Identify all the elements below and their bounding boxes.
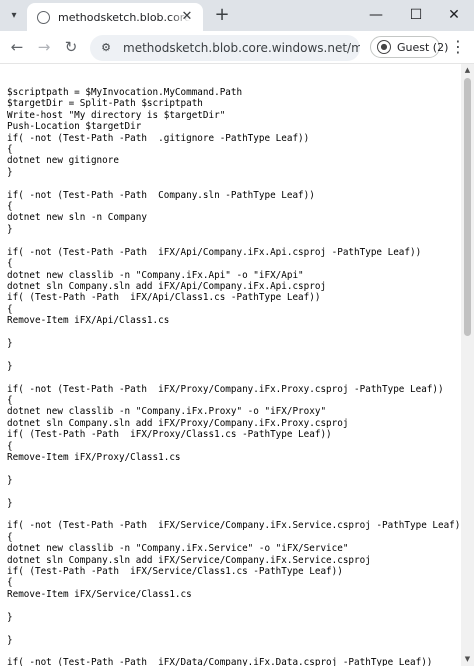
code-line: { bbox=[7, 577, 13, 589]
code-line: } bbox=[7, 223, 13, 235]
address-bar[interactable]: ⚙ methodsketch.blob.core.windows.net/met… bbox=[90, 35, 360, 61]
browser-toolbar: ← → ↻ ⚙ methodsketch.blob.core.windows.n… bbox=[0, 31, 474, 64]
scroll-thumb[interactable] bbox=[464, 78, 471, 336]
minimize-button[interactable]: — bbox=[356, 0, 396, 30]
code-line: if( (Test-Path -Path iFX/Proxy/Class1.cs… bbox=[7, 429, 332, 441]
browser-menu-button[interactable]: ⋮ bbox=[448, 36, 468, 58]
code-line: if( (Test-Path -Path iFX/Api/Class1.cs -… bbox=[7, 292, 321, 304]
code-line: Remove-Item iFX/Proxy/Class1.cs bbox=[7, 452, 181, 463]
code-line: { bbox=[7, 531, 13, 543]
code-line: if( -not (Test-Path -Path iFX/Data/Compa… bbox=[7, 657, 433, 666]
code-line: { bbox=[7, 258, 13, 270]
new-tab-button[interactable]: + bbox=[212, 5, 232, 25]
code-line: } bbox=[7, 474, 13, 486]
code-line: } bbox=[7, 337, 13, 349]
code-line: $targetDir = Split-Path $scriptpath bbox=[7, 98, 203, 110]
code-line: Remove-Item iFX/Api/Class1.cs bbox=[7, 315, 170, 327]
tab-title: methodsketch.blob.core.windows.net/metho… bbox=[58, 10, 190, 24]
code-line: } bbox=[7, 611, 13, 623]
vertical-scrollbar[interactable]: ▲ ▼ bbox=[461, 64, 474, 666]
code-line: dotnet new classlib -n "Company.iFx.Api"… bbox=[7, 269, 304, 281]
code-line: dotnet sln Company.sln add iFX/Service/C… bbox=[7, 554, 371, 566]
code-line: { bbox=[7, 201, 13, 213]
code-line: if( -not (Test-Path -Path .gitignore -Pa… bbox=[7, 132, 310, 144]
url-text[interactable]: methodsketch.blob.core.windows.net/metho… bbox=[123, 41, 360, 55]
code-line: Remove-Item iFX/Service/Class1.cs bbox=[7, 588, 192, 600]
tab-search-icon[interactable]: ▾ bbox=[6, 8, 22, 24]
page-content: $scriptpath = $MyInvocation.MyCommand.Pa… bbox=[0, 64, 460, 666]
code-line: if( -not (Test-Path -Path iFX/Proxy/Comp… bbox=[7, 383, 444, 395]
maximize-button[interactable]: ☐ bbox=[396, 0, 436, 30]
code-line: dotnet sln Company.sln add iFX/Proxy/Com… bbox=[7, 417, 349, 429]
back-button[interactable]: ← bbox=[6, 36, 28, 58]
code-line: { bbox=[7, 303, 13, 315]
profile-label: Guest (2) bbox=[397, 40, 449, 54]
code-line: Push-Location $targetDir bbox=[7, 121, 142, 133]
code-line: if( (Test-Path -Path iFX/Service/Class1.… bbox=[7, 566, 343, 578]
code-line: { bbox=[7, 440, 13, 452]
active-tab[interactable]: methodsketch.blob.core.windows.net/metho… bbox=[27, 3, 203, 31]
code-line: } bbox=[7, 360, 13, 372]
code-line: { bbox=[7, 394, 13, 406]
tab-close-icon[interactable]: ✕ bbox=[179, 9, 195, 25]
code-line: dotnet sln Company.sln add iFX/Api/Compa… bbox=[7, 280, 327, 292]
code-line: if( -not (Test-Path -Path Company.sln -P… bbox=[7, 189, 315, 201]
code-line: if( -not (Test-Path -Path iFX/Service/Co… bbox=[7, 520, 460, 532]
script-text: $scriptpath = $MyInvocation.MyCommand.Pa… bbox=[0, 64, 460, 666]
tune-icon[interactable]: ⚙ bbox=[99, 41, 113, 55]
code-line: { bbox=[7, 144, 13, 156]
code-line: dotnet new sln -n Company bbox=[7, 212, 147, 224]
person-icon: ● bbox=[377, 40, 391, 54]
scroll-down-arrow[interactable]: ▼ bbox=[461, 653, 474, 666]
tab-strip: ▾ methodsketch.blob.core.windows.net/met… bbox=[0, 0, 474, 31]
code-line: } bbox=[7, 634, 13, 646]
code-line: } bbox=[7, 166, 13, 178]
code-line: dotnet new classlib -n "Company.iFx.Prox… bbox=[7, 406, 327, 418]
reload-button[interactable]: ↻ bbox=[60, 36, 82, 58]
code-line: dotnet new classlib -n "Company.iFx.Serv… bbox=[7, 543, 349, 555]
forward-button[interactable]: → bbox=[33, 36, 55, 58]
code-line: $scriptpath = $MyInvocation.MyCommand.Pa… bbox=[7, 87, 243, 98]
code-line: if( -not (Test-Path -Path iFX/Api/Compan… bbox=[7, 246, 422, 258]
scroll-up-arrow[interactable]: ▲ bbox=[461, 64, 474, 77]
profile-button[interactable]: ● Guest (2) bbox=[370, 36, 448, 58]
close-window-button[interactable]: ✕ bbox=[434, 0, 474, 30]
globe-icon bbox=[37, 10, 50, 24]
code-line: dotnet new gitignore bbox=[7, 155, 119, 167]
code-line: Write-host "My directory is $targetDir" bbox=[7, 109, 226, 121]
code-line: } bbox=[7, 497, 13, 509]
